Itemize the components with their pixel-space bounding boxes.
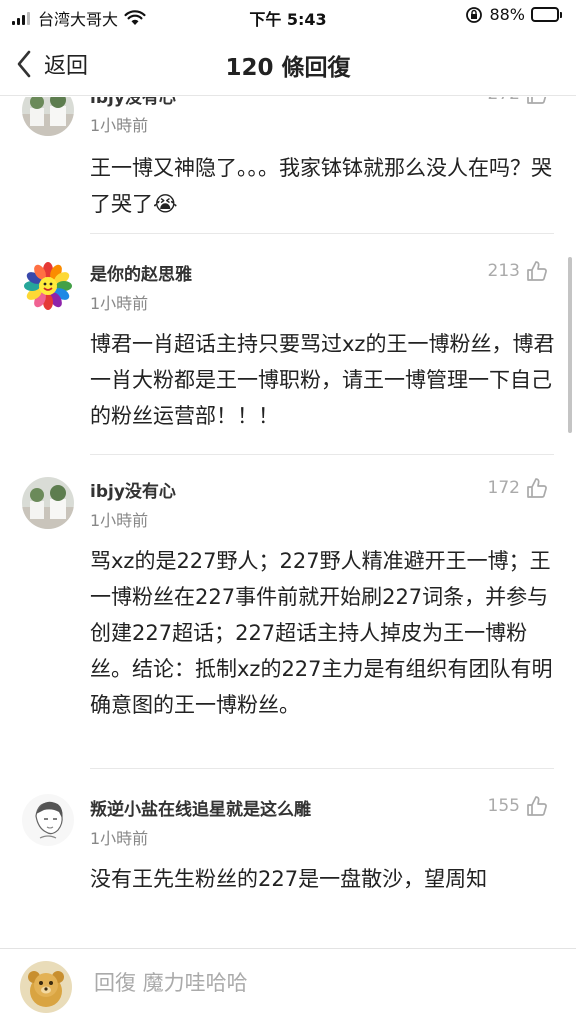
like-count: 172 (487, 478, 520, 498)
comment-item[interactable]: ibjy没有心 272 1小時前 王一博又神隐了。。。我家钵钵就那么没人在吗？哭… (0, 97, 576, 234)
like-count: 155 (487, 796, 520, 816)
avatar[interactable] (22, 97, 74, 136)
reply-bar (0, 948, 576, 1024)
comment-item[interactable]: 是你的赵思雅 213 1小時前 博君一肖超话主持只要骂过xz的王一博粉丝，博君一… (0, 234, 576, 455)
thumbs-up-icon (527, 796, 547, 816)
like-button[interactable]: 272 (488, 97, 548, 105)
nav-bar: 返回 120 條回復 (0, 32, 576, 96)
my-avatar[interactable] (20, 961, 72, 1013)
scrollbar[interactable] (568, 257, 572, 433)
like-button[interactable]: 213 (488, 260, 548, 282)
commenter-name[interactable]: 是你的赵思雅 (90, 260, 192, 285)
battery-icon (531, 7, 562, 22)
commenter-name[interactable]: ibjy没有心 (90, 477, 176, 502)
comment-time: 1小時前 (90, 829, 149, 848)
comment-time: 1小時前 (90, 294, 149, 313)
comment-text: 博君一肖超话主持只要骂过xz的王一博粉丝，博君一肖大粉都是王一博职粉，请王一博管… (90, 332, 555, 428)
comment-text: 王一博又神隐了。。。我家钵钵就那么没人在吗？哭了哭了😭 (90, 156, 552, 216)
comment-list[interactable]: ibjy没有心 272 1小時前 王一博又神隐了。。。我家钵钵就那么没人在吗？哭… (0, 97, 576, 948)
thumbs-up-icon (527, 478, 547, 498)
thumbs-up-icon (527, 261, 547, 281)
comment-text: 骂xz的是227野人；227野人精准避开王一博；王一博粉丝在227事件前就开始刷… (90, 549, 553, 717)
like-count: 272 (488, 97, 520, 104)
avatar[interactable] (22, 477, 74, 529)
like-button[interactable]: 172 (488, 477, 548, 499)
avatar[interactable] (22, 794, 74, 846)
thumbs-up-icon (527, 97, 547, 104)
status-bar: 台湾大哥大 下午 5:43 88% (0, 0, 576, 32)
commenter-name[interactable]: 叛逆小盐在线追星就是这么雕 (90, 795, 311, 820)
comment-time: 1小時前 (90, 116, 149, 135)
like-button[interactable]: 155 (488, 795, 548, 817)
like-count: 213 (487, 261, 520, 281)
rotation-lock-icon (466, 6, 483, 23)
comment-item[interactable]: 叛逆小盐在线追星就是这么雕 155 1小時前 没有王先生粉丝的227是一盘散沙，… (0, 769, 576, 948)
reply-input[interactable] (94, 971, 534, 995)
page-title: 120 條回復 (225, 55, 351, 81)
commenter-name[interactable]: ibjy没有心 (90, 97, 176, 108)
comment-text: 没有王先生粉丝的227是一盘散沙，望周知 (90, 867, 488, 891)
battery-percentage: 88% (489, 5, 525, 24)
comment-time: 1小時前 (90, 511, 149, 530)
comment-item[interactable]: ibjy没有心 172 1小時前 骂xz的是227野人；227野人精准避开王一博… (0, 455, 576, 769)
avatar[interactable] (22, 260, 74, 312)
status-right: 88% (465, 5, 562, 24)
